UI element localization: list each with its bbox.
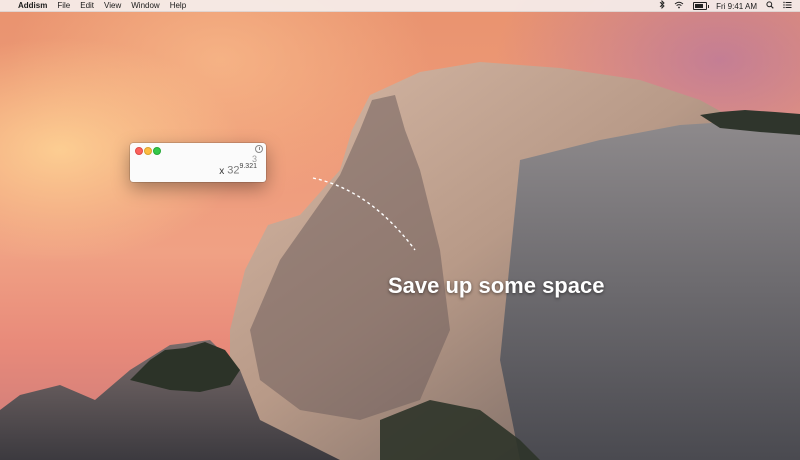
addism-calculator-window[interactable]: 3 x 329.321: [130, 143, 266, 182]
menu-app-name[interactable]: Addism: [18, 0, 47, 11]
zoom-button[interactable]: [153, 147, 161, 155]
close-button[interactable]: [135, 147, 143, 155]
menu-help[interactable]: Help: [170, 0, 186, 11]
menu-view[interactable]: View: [104, 0, 121, 11]
current-expression: x 329.321: [219, 163, 257, 177]
promo-headline: Save up some space: [388, 273, 605, 298]
expression-superscript: 9.321: [239, 163, 257, 170]
minimize-button[interactable]: [144, 147, 152, 155]
power-icon[interactable]: [255, 145, 263, 153]
yosemite-landscape: [0, 62, 800, 460]
wifi-icon[interactable]: [674, 1, 684, 12]
search-icon[interactable]: [766, 0, 774, 12]
list-icon[interactable]: [783, 1, 792, 12]
menu-edit[interactable]: Edit: [80, 0, 94, 11]
menu-window[interactable]: Window: [131, 0, 159, 11]
desktop-wallpaper: [0, 0, 800, 460]
menu-clock[interactable]: Fri 9:41 AM: [716, 1, 757, 12]
bluetooth-icon[interactable]: [659, 0, 665, 12]
menu-file[interactable]: File: [57, 0, 70, 11]
expression-base: 32: [227, 164, 240, 177]
battery-icon[interactable]: [693, 2, 710, 10]
operator-symbol: x: [219, 165, 225, 177]
menu-bar: Addism File Edit View Window Help Fri 9:…: [0, 0, 800, 12]
